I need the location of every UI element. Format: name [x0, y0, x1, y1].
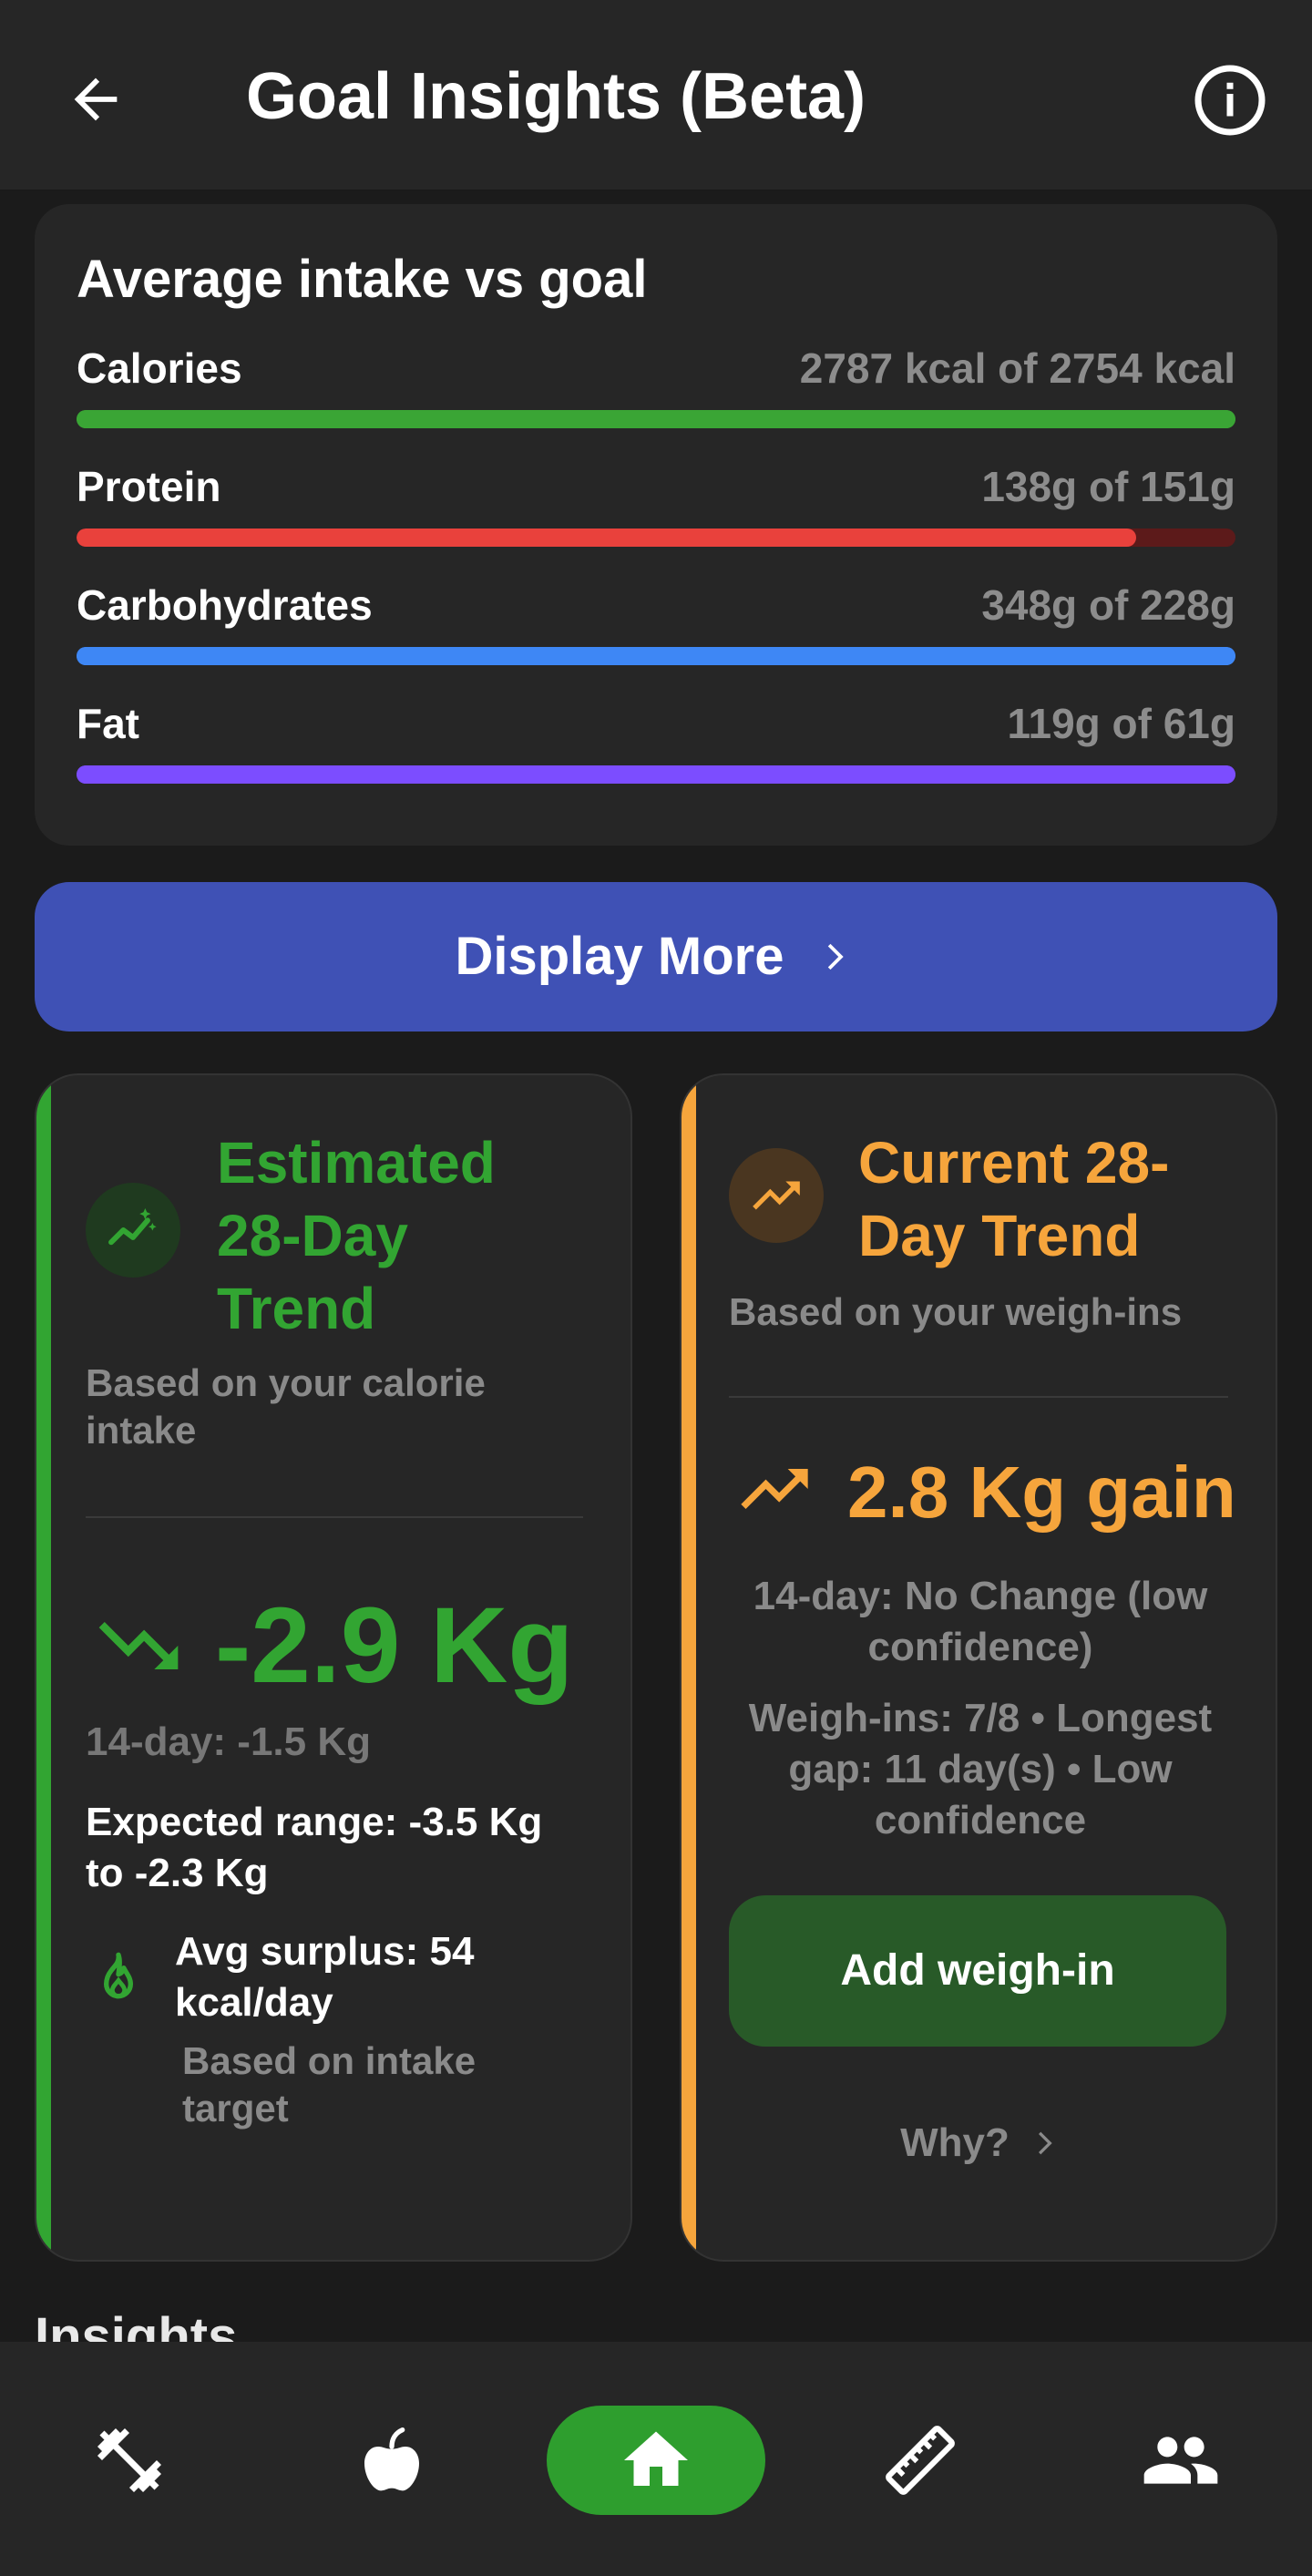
- note-line: Based on intake: [182, 2039, 477, 2082]
- page-title: Goal Insights (Beta): [246, 60, 866, 133]
- info-icon: [1194, 65, 1266, 136]
- surplus-line: Avg surplus: 54: [175, 1929, 475, 1974]
- title-line: Trend: [217, 1276, 376, 1341]
- estimated-trend-subtitle: Based on your calorie intake: [86, 1360, 486, 1454]
- dumbbell-icon: [97, 2428, 161, 2492]
- macro-value: 138g of 151g: [981, 463, 1235, 510]
- people-icon: [1143, 2437, 1218, 2484]
- macro-label: Carbohydrates: [77, 581, 373, 629]
- accent-stripe: [36, 1075, 51, 2260]
- estimated-fourteen-day: 14-day: -1.5 Kg: [86, 1719, 371, 1764]
- title-line: Estimated: [217, 1130, 496, 1196]
- macro-label: Protein: [77, 463, 221, 510]
- current-trend-subtitle: Based on your weigh-ins: [729, 1290, 1183, 1333]
- trending-down-icon: [98, 1622, 179, 1669]
- line: Weigh-ins: 7/8 • Longest: [748, 1696, 1213, 1740]
- progress-track: [77, 410, 1235, 428]
- estimated-trend-value: -2.9 Kg: [215, 1586, 574, 1706]
- intake-vs-goal-card: Average intake vs goal Calories 2787 kca…: [35, 204, 1277, 846]
- line: confidence: [874, 1798, 1087, 1842]
- home-icon: [624, 2431, 688, 2486]
- title-line: Day Trend: [858, 1203, 1141, 1268]
- surplus-note: Based on intake target: [182, 2037, 476, 2132]
- current-trend-card: Current 28- Day Trend Based on your weig…: [680, 1073, 1277, 2262]
- weighins-summary: Weigh-ins: 7/8 • Longest gap: 11 day(s) …: [709, 1693, 1252, 1846]
- macro-label: Fat: [77, 700, 139, 747]
- nav-community[interactable]: [1071, 2406, 1290, 2515]
- macro-row-carbohydrates: Carbohydrates 348g of 228g: [77, 578, 1235, 669]
- info-button[interactable]: [1184, 55, 1276, 146]
- nav-food[interactable]: [282, 2406, 501, 2515]
- subtitle-line: Based on your calorie: [86, 1361, 486, 1404]
- divider: [86, 1516, 583, 1518]
- flame-icon: [103, 1952, 133, 1999]
- line: confidence): [867, 1625, 1093, 1669]
- title-line: 28-Day: [217, 1203, 408, 1268]
- nav-workouts[interactable]: [20, 2406, 239, 2515]
- line: gap: 11 day(s) • Low: [788, 1747, 1173, 1791]
- progress-fill: [77, 529, 1136, 547]
- progress-track: [77, 647, 1235, 665]
- trending-up-icon: [741, 1469, 808, 1509]
- subtitle-line: intake: [86, 1409, 197, 1452]
- nav-measurements[interactable]: [811, 2406, 1030, 2515]
- avg-surplus: Avg surplus: 54 kcal/day: [175, 1926, 474, 2028]
- why-label: Why?: [900, 2120, 1010, 2165]
- current-trend-value: 2.8 Kg gain: [847, 1452, 1236, 1533]
- why-link[interactable]: Why?: [864, 2114, 1101, 2172]
- macro-row-calories: Calories 2787 kcal of 2754 kcal: [77, 341, 1235, 432]
- chevron-right-icon: [827, 943, 844, 970]
- macro-row-fat: Fat 119g of 61g: [77, 696, 1235, 787]
- current-fourteen-day: 14-day: No Change (low confidence): [709, 1571, 1252, 1673]
- surplus-line: kcal/day: [175, 1980, 333, 2025]
- estimated-trend-card: Estimated 28-Day Trend Based on your cal…: [35, 1073, 632, 2262]
- macro-label: Calories: [77, 344, 242, 392]
- expected-range: Expected range: -3.5 Kg to -2.3 Kg: [86, 1797, 542, 1899]
- divider: [729, 1396, 1228, 1398]
- macro-value: 348g of 228g: [981, 581, 1235, 629]
- back-button[interactable]: [55, 58, 137, 140]
- trending-up-icon: [753, 1181, 800, 1210]
- arrow-back-icon: [74, 77, 118, 121]
- add-weigh-in-label: Add weigh-in: [840, 1946, 1115, 1995]
- sparkle-trend-icon: [86, 1183, 180, 1278]
- progress-track: [77, 529, 1235, 547]
- chevron-right-icon: [1038, 2131, 1052, 2155]
- title-line: Current 28-: [858, 1130, 1170, 1196]
- range-line: to -2.3 Kg: [86, 1851, 269, 1895]
- progress-fill: [77, 647, 1235, 665]
- line: 14-day: No Change (low: [753, 1574, 1208, 1618]
- display-more-button[interactable]: Display More: [35, 882, 1277, 1031]
- progress-fill: [77, 410, 1235, 428]
- add-weigh-in-button[interactable]: Add weigh-in: [729, 1895, 1226, 2047]
- estimated-trend-title: Estimated 28-Day Trend: [217, 1126, 496, 1345]
- macro-value: 2787 kcal of 2754 kcal: [799, 344, 1235, 392]
- display-more-label: Display More: [455, 927, 784, 986]
- intake-card-heading: Average intake vs goal: [77, 250, 648, 309]
- note-line: target: [182, 2087, 289, 2130]
- macro-row-protein: Protein 138g of 151g: [77, 459, 1235, 550]
- progress-fill: [77, 765, 1235, 784]
- apple-icon: [364, 2427, 419, 2491]
- current-trend-title: Current 28- Day Trend: [858, 1126, 1169, 1272]
- macro-value: 119g of 61g: [1007, 700, 1235, 747]
- range-line: Expected range: -3.5 Kg: [86, 1800, 543, 1844]
- accent-stripe: [682, 1075, 696, 2260]
- progress-track: [77, 765, 1235, 784]
- app-bar: Goal Insights (Beta): [0, 0, 1312, 191]
- ruler-icon: [886, 2426, 955, 2495]
- trending-up-icon-badge: [729, 1148, 824, 1243]
- nav-home[interactable]: [547, 2406, 765, 2515]
